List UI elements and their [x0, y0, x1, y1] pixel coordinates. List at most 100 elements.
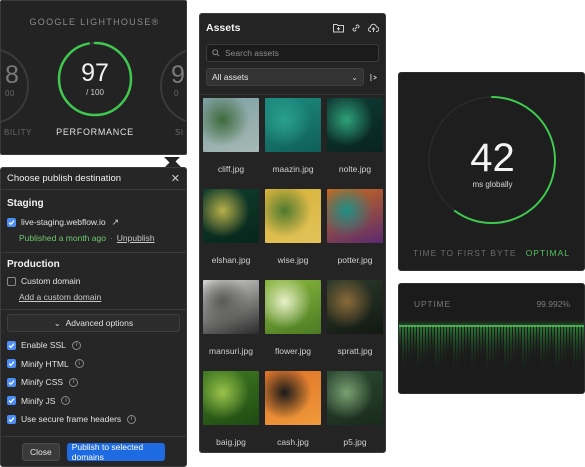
uptime-bar: [576, 326, 578, 373]
add-domain-row: Add a custom domain: [1, 289, 186, 305]
uptime-bar: [522, 326, 524, 376]
uptime-bar: [456, 326, 458, 372]
asset-thumbnail[interactable]: [265, 189, 321, 243]
uptime-label: UPTIME: [414, 299, 451, 309]
info-icon[interactable]: i: [74, 359, 84, 369]
upload-icon[interactable]: [368, 23, 379, 33]
uptime-bar: [579, 326, 581, 369]
asset-tile[interactable]: flower.jpg: [265, 280, 321, 371]
option-checkbox[interactable]: [7, 340, 16, 350]
uptime-bar: [408, 326, 410, 367]
asset-thumbnail[interactable]: [327, 280, 383, 334]
option-secure-frame-headers[interactable]: Use secure frame headers i: [1, 410, 186, 429]
uptime-bar: [528, 326, 530, 368]
divider: [200, 94, 385, 95]
advanced-options-label: Advanced options: [65, 318, 134, 328]
info-icon[interactable]: i: [127, 414, 137, 424]
asset-thumbnail[interactable]: [327, 98, 383, 152]
asset-thumbnail[interactable]: [203, 280, 259, 334]
asset-thumbnail[interactable]: [265, 98, 321, 152]
asset-thumbnail[interactable]: [265, 280, 321, 334]
ttfb-label: TIME TO FIRST BYTE: [413, 248, 517, 258]
asset-tile[interactable]: spratt.jpg: [327, 280, 383, 371]
asset-name: spratt.jpg: [337, 346, 373, 356]
option-checkbox[interactable]: [7, 359, 16, 369]
staging-domain-row[interactable]: live-staging.webflow.io ↗: [1, 214, 186, 230]
uptime-bar: [534, 326, 536, 360]
publish-button[interactable]: Publish to selected domains: [66, 442, 165, 462]
asset-grid: cliff.jpg maazin.jpg nolte.jpg elshan.jpg wi…: [203, 98, 383, 452]
uptime-bar: [438, 326, 440, 373]
uptime-bar: [435, 326, 437, 377]
option-checkbox[interactable]: [7, 377, 16, 387]
advanced-options-button[interactable]: ⌄ Advanced options: [7, 314, 180, 332]
asset-thumbnail[interactable]: [327, 371, 383, 425]
uptime-bar: [471, 326, 473, 375]
asset-tile[interactable]: mansuri.jpg: [203, 280, 259, 371]
asset-tile[interactable]: p5.jpg: [327, 371, 383, 452]
unpublish-link[interactable]: Unpublish: [117, 233, 155, 243]
status-separator: ·: [109, 233, 113, 243]
asset-tile[interactable]: cliff.jpg: [203, 98, 259, 189]
uptime-bar: [429, 326, 431, 362]
ttfb-card: 42 ms globally TIME TO FIRST BYTE OPTIMA…: [398, 72, 585, 271]
option-minify-js[interactable]: Minify JS i: [1, 392, 186, 411]
option-minify-css[interactable]: Minify CSS i: [1, 373, 186, 392]
option-label: Minify JS: [21, 395, 56, 406]
asset-filter-select[interactable]: All assets ⌄: [206, 68, 364, 86]
asset-tile[interactable]: maazin.jpg: [265, 98, 321, 189]
external-link-icon[interactable]: ↗: [112, 217, 120, 228]
performance-score: 97: [81, 59, 109, 87]
publish-panel: Choose publish destination ✕ Staging liv…: [0, 167, 187, 467]
staging-checkbox[interactable]: [7, 217, 16, 227]
uptime-bar: [480, 326, 482, 363]
add-custom-domain-link[interactable]: Add a custom domain: [19, 292, 101, 302]
info-icon[interactable]: i: [69, 377, 79, 387]
collapse-panel-icon[interactable]: [370, 73, 379, 82]
asset-tile[interactable]: elshan.jpg: [203, 189, 259, 280]
uptime-bar: [510, 326, 512, 369]
new-folder-icon[interactable]: [333, 23, 344, 33]
option-checkbox[interactable]: [7, 414, 16, 424]
info-icon[interactable]: i: [71, 340, 81, 350]
uptime-visualization: [399, 318, 584, 378]
option-checkbox[interactable]: [7, 396, 16, 406]
uptime-bar: [414, 326, 416, 359]
close-button[interactable]: Close: [22, 442, 60, 461]
asset-name: flower.jpg: [275, 346, 311, 356]
info-icon[interactable]: i: [61, 396, 71, 406]
uptime-bar: [516, 326, 518, 361]
performance-score-max: / 100: [86, 88, 104, 97]
custom-domain-row[interactable]: Custom domain: [1, 273, 186, 289]
search-input[interactable]: Search assets: [206, 44, 379, 62]
asset-name: baig.jpg: [216, 437, 246, 447]
link-icon[interactable]: [351, 23, 361, 33]
option-enable-ssl[interactable]: Enable SSL i: [1, 336, 186, 355]
uptime-bar: [444, 326, 446, 365]
asset-thumbnail[interactable]: [265, 371, 321, 425]
asset-name: p5.jpg: [343, 437, 367, 447]
search-icon: [212, 49, 220, 57]
asset-tile[interactable]: cash.jpg: [265, 371, 321, 452]
uptime-bar: [564, 326, 566, 366]
uptime-bar: [453, 326, 455, 376]
asset-thumbnail[interactable]: [203, 189, 259, 243]
staging-status-row: Published a month ago · Unpublish: [1, 230, 186, 246]
asset-thumbnail[interactable]: [203, 98, 259, 152]
close-icon[interactable]: ✕: [171, 172, 180, 185]
uptime-bar: [426, 326, 428, 366]
uptime-bar: [459, 326, 461, 368]
option-minify-html[interactable]: Minify HTML i: [1, 355, 186, 374]
uptime-bar: [483, 326, 485, 359]
asset-tile[interactable]: baig.jpg: [203, 371, 259, 452]
asset-tile[interactable]: potter.jpg: [327, 189, 383, 280]
asset-name: cliff.jpg: [217, 164, 245, 174]
right-ghost-score: 9: [171, 61, 185, 89]
asset-thumbnail[interactable]: [327, 189, 383, 243]
uptime-bar: [477, 326, 479, 367]
asset-thumbnail[interactable]: [203, 371, 259, 425]
custom-domain-checkbox[interactable]: [7, 276, 16, 286]
asset-tile[interactable]: wise.jpg: [265, 189, 321, 280]
asset-tile[interactable]: nolte.jpg: [327, 98, 383, 189]
uptime-bar: [450, 326, 452, 357]
